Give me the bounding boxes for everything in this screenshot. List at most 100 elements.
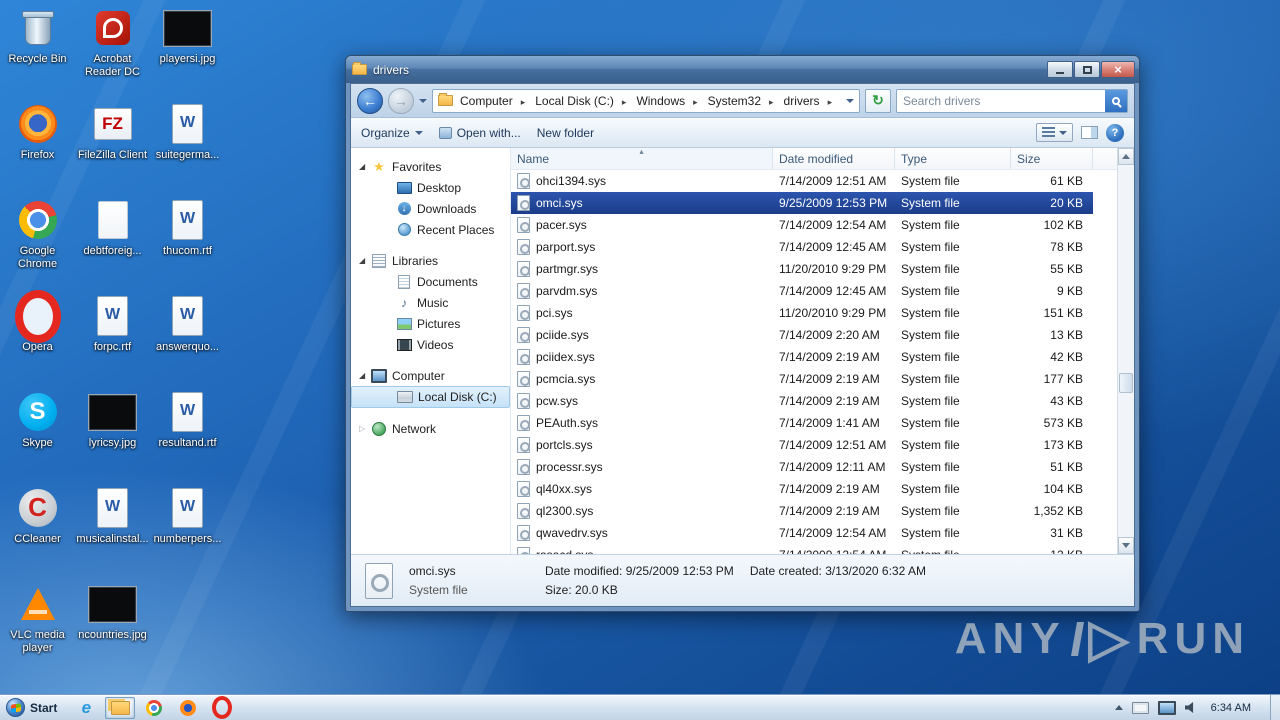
show-desktop-button[interactable] xyxy=(1270,695,1280,720)
new-folder-button[interactable]: New folder xyxy=(537,126,594,140)
desktop-icon[interactable]: Skype xyxy=(0,386,75,482)
minimize-button[interactable] xyxy=(1047,61,1073,78)
file-row[interactable]: pci.sys 11/20/2010 9:29 PM System file 1… xyxy=(511,302,1093,324)
tray-icon[interactable] xyxy=(1158,701,1176,715)
change-view-button[interactable] xyxy=(1036,123,1073,142)
desktop-icon[interactable]: CCleaner xyxy=(0,482,75,578)
desktop-icon[interactable]: lyricsy.jpg xyxy=(75,386,150,482)
vertical-scrollbar[interactable] xyxy=(1117,148,1134,554)
file-row[interactable]: processr.sys 7/14/2009 12:11 AM System f… xyxy=(511,456,1093,478)
scrollbar-thumb[interactable] xyxy=(1119,373,1133,394)
taskbar-clock[interactable]: 6:34 AM xyxy=(1207,702,1261,714)
refresh-button[interactable]: ↻ xyxy=(865,88,891,113)
desktop-icon[interactable]: FileZilla Client xyxy=(75,98,150,194)
file-size: 13 KB xyxy=(1050,328,1083,342)
file-row[interactable]: rasacd.sys 7/14/2009 12:54 AM System fil… xyxy=(511,544,1093,554)
file-row[interactable]: pciidex.sys 7/14/2009 2:19 AM System fil… xyxy=(511,346,1093,368)
nav-expander-icon[interactable] xyxy=(359,371,371,380)
back-button[interactable]: ← xyxy=(357,87,383,114)
organize-button[interactable]: Organize xyxy=(361,126,423,140)
nav-item[interactable]: Recent Places xyxy=(351,219,510,240)
nav-item[interactable]: Local Disk (C:) xyxy=(351,386,510,408)
desktop-icon[interactable]: answerquo... xyxy=(150,290,225,386)
column-header-size[interactable]: Size xyxy=(1011,148,1093,169)
file-row[interactable]: partmgr.sys 11/20/2010 9:29 PM System fi… xyxy=(511,258,1093,280)
taskbar-app-button[interactable] xyxy=(139,697,169,719)
file-row[interactable]: omci.sys 9/25/2009 12:53 PM System file … xyxy=(511,192,1093,214)
file-row[interactable]: PEAuth.sys 7/14/2009 1:41 AM System file… xyxy=(511,412,1093,434)
nav-item[interactable]: Music xyxy=(351,292,510,313)
nav-item[interactable]: Computer xyxy=(351,365,510,386)
nav-item[interactable]: Favorites xyxy=(351,156,510,177)
close-button[interactable] xyxy=(1101,61,1135,78)
nav-item[interactable]: Downloads xyxy=(351,198,510,219)
nav-item[interactable]: Documents xyxy=(351,271,510,292)
column-header-date-modified[interactable]: Date modified xyxy=(773,148,895,169)
file-row[interactable]: ql40xx.sys 7/14/2009 2:19 AM System file… xyxy=(511,478,1093,500)
show-hidden-icons-button[interactable] xyxy=(1114,705,1123,710)
start-button[interactable]: Start xyxy=(0,695,67,720)
taskbar-app-button[interactable] xyxy=(173,697,203,719)
file-row[interactable]: ohci1394.sys 7/14/2009 12:51 AM System f… xyxy=(511,170,1093,192)
desktop-icon[interactable]: thucom.rtf xyxy=(150,194,225,290)
tray-icon[interactable] xyxy=(1132,702,1149,714)
desktop-icon[interactable]: playersi.jpg xyxy=(150,2,225,98)
preview-pane-button[interactable] xyxy=(1081,126,1098,139)
taskbar-app-button[interactable] xyxy=(207,697,237,719)
column-header-name[interactable]: ▴ Name xyxy=(511,148,773,169)
nav-item[interactable]: Libraries xyxy=(351,250,510,271)
open-with-button[interactable]: Open with... xyxy=(438,126,521,140)
desktop-icon[interactable]: debtforeig... xyxy=(75,194,150,290)
scrollbar-track[interactable] xyxy=(1118,165,1134,537)
desktop-icon[interactable]: resultand.rtf xyxy=(150,386,225,482)
nav-item[interactable]: Desktop xyxy=(351,177,510,198)
search-input[interactable] xyxy=(897,93,1105,108)
breadcrumb-item[interactable]: Windows xyxy=(629,91,700,111)
history-dropdown-caret[interactable] xyxy=(419,98,427,103)
titlebar[interactable]: drivers xyxy=(346,56,1139,83)
file-row[interactable]: parvdm.sys 7/14/2009 12:45 AM System fil… xyxy=(511,280,1093,302)
desktop-icon[interactable]: Google Chrome xyxy=(0,194,75,290)
desktop-icon[interactable]: VLC media player xyxy=(0,578,75,674)
file-row[interactable]: pcw.sys 7/14/2009 2:19 AM System file 43… xyxy=(511,390,1093,412)
column-header-type[interactable]: Type xyxy=(895,148,1011,169)
nav-item[interactable]: Videos xyxy=(351,334,510,355)
desktop-icon[interactable]: Firefox xyxy=(0,98,75,194)
file-row[interactable]: pcmcia.sys 7/14/2009 2:19 AM System file… xyxy=(511,368,1093,390)
breadcrumb-item[interactable]: System32 xyxy=(701,91,777,111)
file-row[interactable]: parport.sys 7/14/2009 12:45 AM System fi… xyxy=(511,236,1093,258)
desktop-icon[interactable]: suitegerma... xyxy=(150,98,225,194)
breadcrumb[interactable]: Computer Local Disk (C:) Windows System3… xyxy=(432,88,860,113)
desktop-icon[interactable]: musicalinstal... xyxy=(75,482,150,578)
desktop-icon[interactable]: Recycle Bin xyxy=(0,2,75,98)
desktop-icon[interactable]: ncountries.jpg xyxy=(75,578,150,674)
search-button[interactable] xyxy=(1105,89,1127,112)
file-row[interactable]: pacer.sys 7/14/2009 12:54 AM System file… xyxy=(511,214,1093,236)
nav-expander-icon[interactable] xyxy=(359,256,371,265)
desktop-icon[interactable]: Opera xyxy=(0,290,75,386)
nav-expander-icon[interactable] xyxy=(359,162,371,171)
nav-item[interactable]: Network xyxy=(351,418,510,439)
breadcrumb-item[interactable]: Computer xyxy=(453,91,528,111)
file-row[interactable]: qwavedrv.sys 7/14/2009 12:54 AM System f… xyxy=(511,522,1093,544)
nav-item[interactable]: Pictures xyxy=(351,313,510,334)
desktop-icon[interactable]: Acrobat Reader DC xyxy=(75,2,150,98)
tray-icon[interactable] xyxy=(1185,701,1198,714)
file-row[interactable]: pciide.sys 7/14/2009 2:20 AM System file… xyxy=(511,324,1093,346)
breadcrumb-item[interactable]: Local Disk (C:) xyxy=(528,91,629,111)
taskbar-app-button[interactable] xyxy=(105,696,136,719)
help-button[interactable]: ? xyxy=(1106,123,1124,142)
nav-expander-icon[interactable] xyxy=(359,424,371,433)
maximize-button[interactable] xyxy=(1074,61,1100,78)
desktop-icon[interactable]: forpc.rtf xyxy=(75,290,150,386)
scroll-up-button[interactable] xyxy=(1118,148,1134,165)
breadcrumb-item[interactable]: drivers xyxy=(777,91,836,111)
taskbar-app-button[interactable] xyxy=(71,697,101,719)
desktop-icon[interactable]: numberpers... xyxy=(150,482,225,578)
forward-button[interactable]: → xyxy=(388,87,414,114)
file-row[interactable]: portcls.sys 7/14/2009 12:51 AM System fi… xyxy=(511,434,1093,456)
scroll-down-icon xyxy=(1122,543,1130,548)
breadcrumb-dropdown-caret[interactable] xyxy=(846,98,854,103)
file-row[interactable]: ql2300.sys 7/14/2009 2:19 AM System file… xyxy=(511,500,1093,522)
scroll-down-button[interactable] xyxy=(1118,537,1134,554)
